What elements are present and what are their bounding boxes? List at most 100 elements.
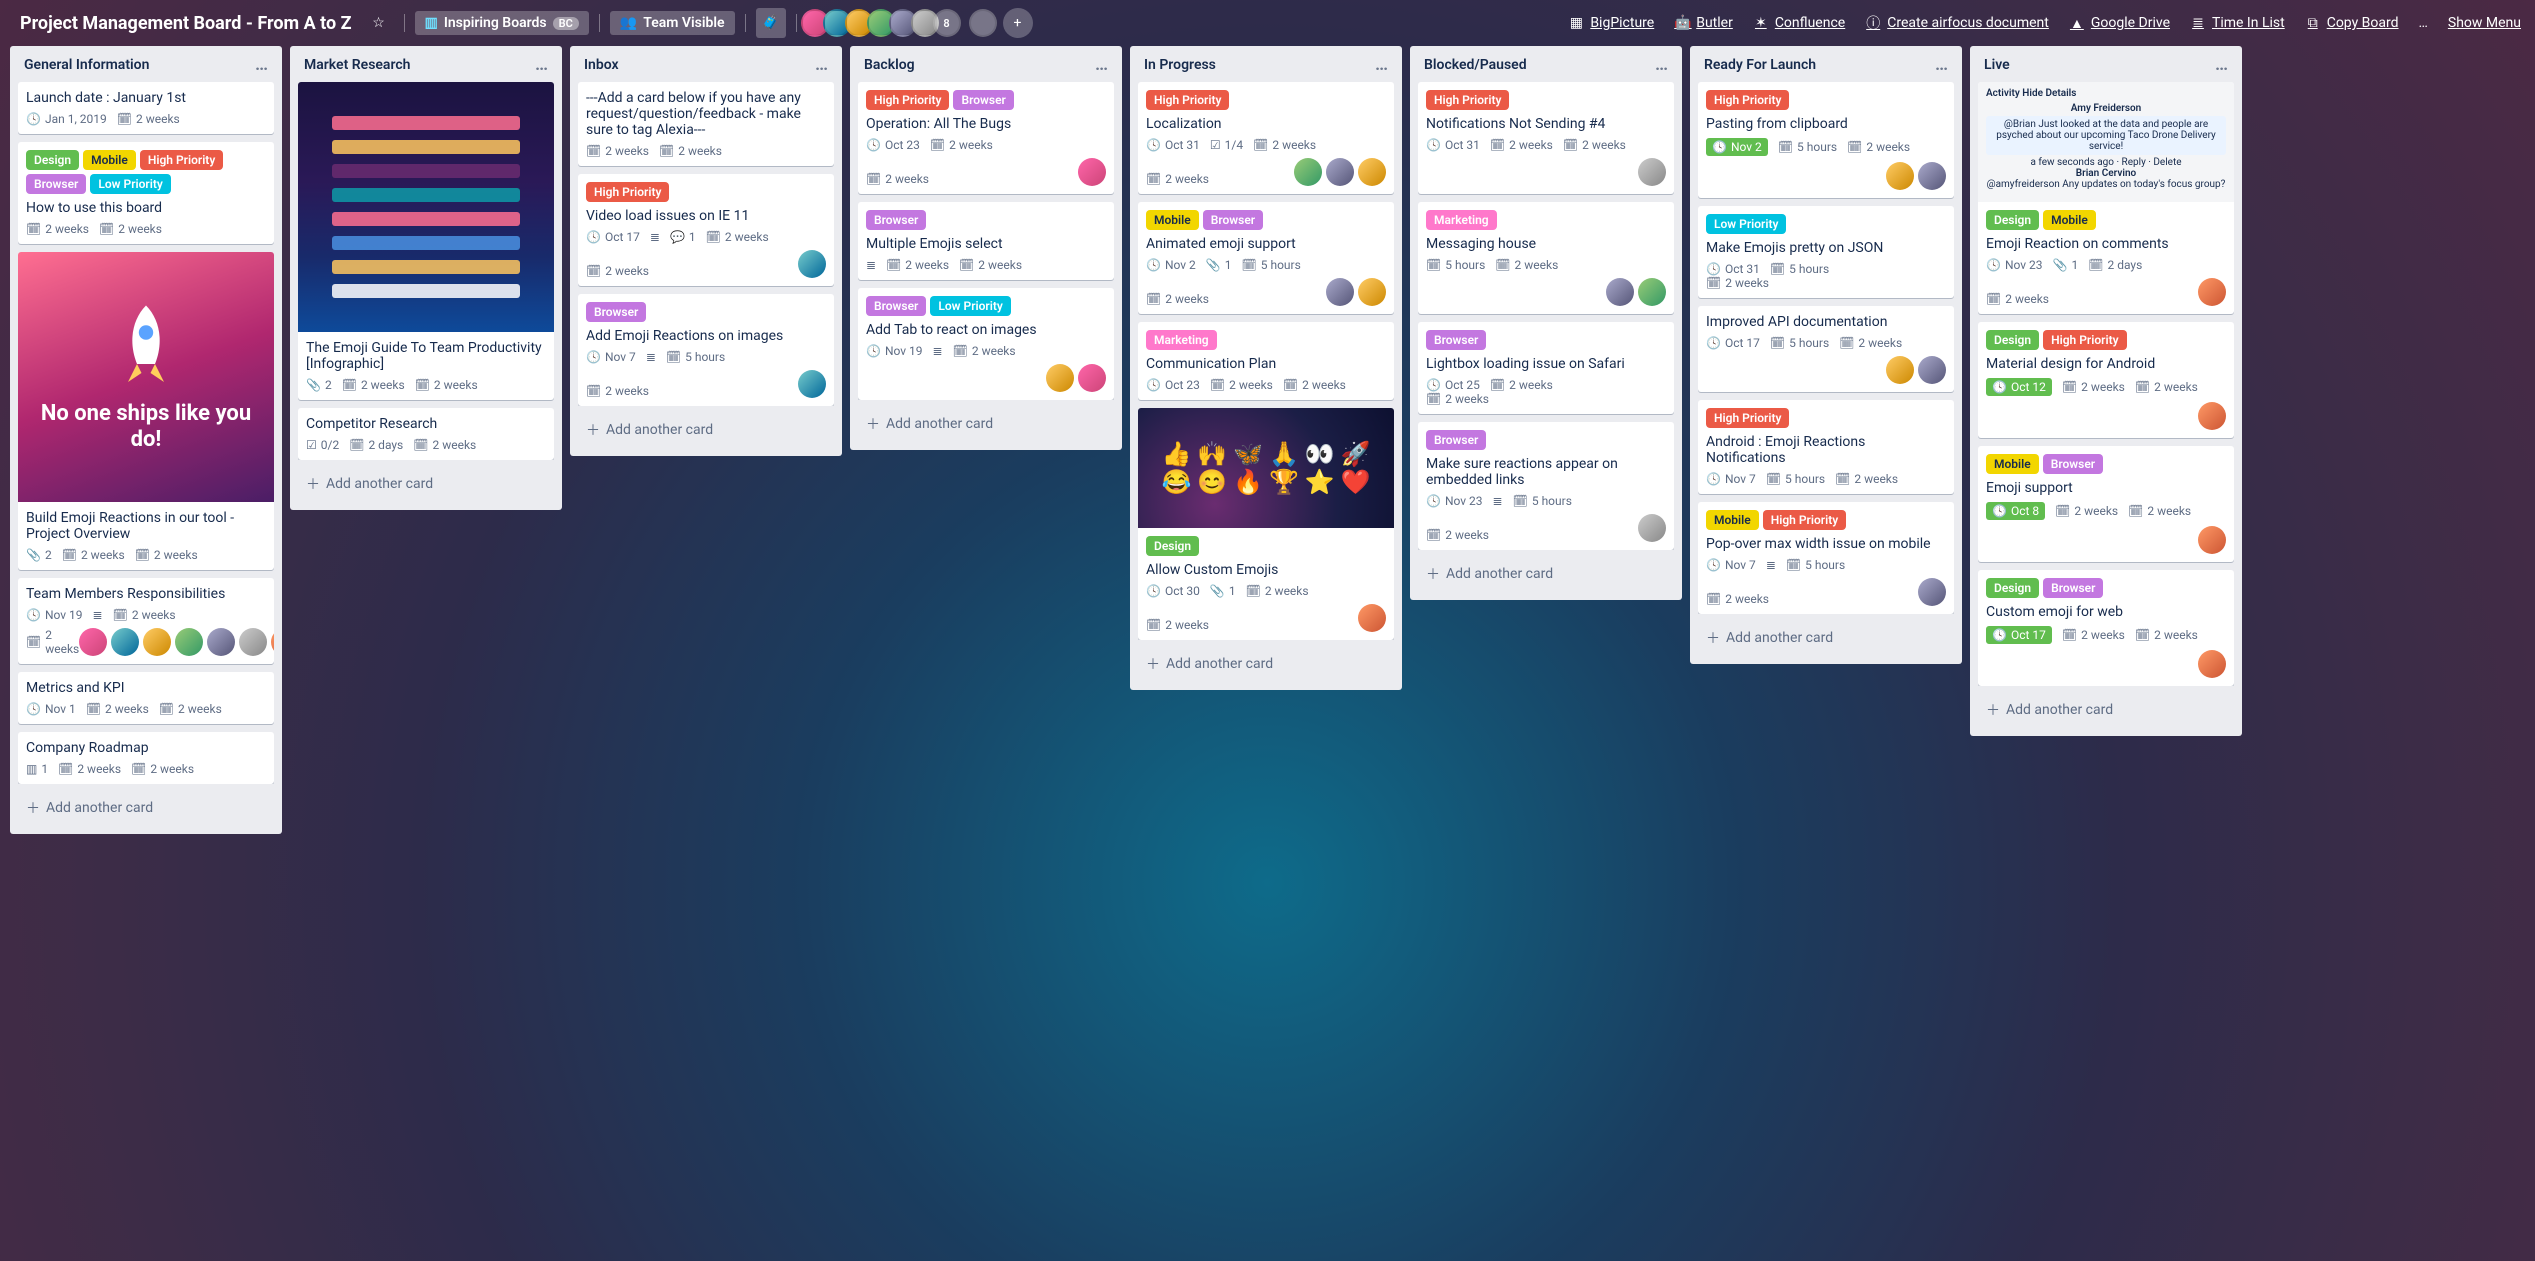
card[interactable]: BrowserMultiple Emojis select≣🗓2 weeks🗓2… (858, 202, 1114, 280)
card[interactable]: MobileHigh PriorityPop-over max width is… (1698, 502, 1954, 614)
avatar[interactable] (1326, 158, 1354, 186)
card[interactable]: BrowserLow PriorityAdd Tab to react on i… (858, 288, 1114, 400)
avatar[interactable] (798, 250, 826, 278)
card[interactable]: Improved API documentation🕓Oct 17🗓5 hour… (1698, 306, 1954, 392)
more-menu-button[interactable]: … (2419, 15, 2428, 31)
powerup-confluence[interactable]: ✶Confluence (1753, 15, 1845, 31)
card[interactable]: Company Roadmap▥1🗓2 weeks🗓2 weeks (18, 732, 274, 784)
card[interactable]: The Emoji Guide To Team Productivity [In… (298, 82, 554, 400)
avatar[interactable] (1078, 158, 1106, 186)
card[interactable]: MarketingCommunication Plan🕓Oct 23🗓2 wee… (1138, 322, 1394, 400)
avatar[interactable] (1078, 364, 1106, 392)
card[interactable]: High PriorityPasting from clipboard🕓Nov … (1698, 82, 1954, 198)
card[interactable]: BrowserAdd Emoji Reactions on images🕓Nov… (578, 294, 834, 406)
card[interactable]: No one ships like you do!Build Emoji Rea… (18, 252, 274, 570)
card[interactable]: DesignBrowserCustom emoji for web🕓Oct 17… (1978, 570, 2234, 686)
list-name[interactable]: Live (1984, 57, 2010, 73)
powerup-google-drive[interactable]: ▲Google Drive (2069, 15, 2170, 32)
card[interactable]: Competitor Research☑0/2🗓2 days🗓2 weeks (298, 408, 554, 460)
avatar[interactable] (1046, 364, 1074, 392)
add-card-button[interactable]: ＋Add another card (18, 792, 274, 824)
list-name[interactable]: Backlog (864, 57, 915, 73)
list-menu-button[interactable]: … (815, 56, 828, 74)
list-menu-button[interactable]: … (1375, 56, 1388, 74)
powerup-copy-board[interactable]: ⧉Copy Board (2305, 15, 2399, 31)
add-card-button[interactable]: ＋Add another card (1418, 558, 1674, 590)
list-menu-button[interactable]: … (1935, 56, 1948, 74)
avatar[interactable] (175, 628, 203, 656)
add-card-button[interactable]: ＋Add another card (858, 408, 1114, 440)
avatar[interactable] (1638, 514, 1666, 542)
card[interactable]: DesignHigh PriorityMaterial design for A… (1978, 322, 2234, 438)
avatar[interactable] (798, 370, 826, 398)
avatar[interactable] (969, 9, 997, 37)
avatar[interactable] (111, 628, 139, 656)
list-menu-button[interactable]: … (255, 56, 268, 74)
card[interactable]: Activity Hide DetailsAmy Freiderson@Bria… (1978, 82, 2234, 314)
avatar[interactable] (1358, 604, 1386, 632)
card[interactable]: DesignMobileHigh PriorityBrowserLow Prio… (18, 142, 274, 244)
card[interactable]: Metrics and KPI🕓Nov 1🗓2 weeks🗓2 weeks (18, 672, 274, 724)
card[interactable]: High PriorityNotifications Not Sending #… (1418, 82, 1674, 194)
avatar[interactable] (239, 628, 267, 656)
list-name[interactable]: Market Research (304, 57, 410, 73)
board-members[interactable]: 8 (807, 9, 997, 37)
card[interactable]: High PriorityBrowserOperation: All The B… (858, 82, 1114, 194)
powerup-create-airfocus-document[interactable]: ⓘCreate airfocus document (1865, 13, 2049, 33)
avatar[interactable] (1918, 356, 1946, 384)
list-menu-button[interactable]: … (1095, 56, 1108, 74)
avatar[interactable] (271, 628, 274, 656)
card[interactable]: BrowserLightbox loading issue on Safari🕓… (1418, 322, 1674, 414)
team-chip[interactable]: ▥ Inspiring Boards BC (415, 11, 589, 35)
add-card-button[interactable]: ＋Add another card (1138, 648, 1394, 680)
avatar[interactable] (79, 628, 107, 656)
powerup-bigpicture[interactable]: ▦BigPicture (1568, 15, 1654, 31)
add-card-button[interactable]: ＋Add another card (1978, 694, 2234, 726)
list-name[interactable]: Blocked/Paused (1424, 57, 1527, 73)
avatar[interactable] (1326, 278, 1354, 306)
card[interactable]: High PriorityAndroid : Emoji Reactions N… (1698, 400, 1954, 494)
avatar[interactable] (1638, 278, 1666, 306)
powerup-time-in-list[interactable]: ≣Time In List (2190, 15, 2285, 31)
list-name[interactable]: Ready For Launch (1704, 57, 1816, 73)
card[interactable]: 👍 🙌 🦋 🙏 👀 🚀😂 😊 🔥 🏆 ⭐ ❤️DesignAllow Custo… (1138, 408, 1394, 640)
invite-button[interactable]: + (1003, 8, 1033, 38)
powerup-butler[interactable]: 🤖Butler (1674, 15, 1733, 31)
show-menu-button[interactable]: Show Menu (2448, 15, 2521, 31)
list-menu-button[interactable]: … (2215, 56, 2228, 74)
avatar[interactable] (1886, 162, 1914, 190)
avatar[interactable] (143, 628, 171, 656)
list-menu-button[interactable]: … (1655, 56, 1668, 74)
avatar[interactable] (1358, 278, 1386, 306)
avatar[interactable] (1918, 578, 1946, 606)
avatar[interactable] (1358, 158, 1386, 186)
avatar[interactable] (207, 628, 235, 656)
list-menu-button[interactable]: … (535, 56, 548, 74)
visibility-chip[interactable]: 👥 Team Visible (610, 11, 735, 35)
card[interactable]: BrowserMake sure reactions appear on emb… (1418, 422, 1674, 550)
avatar[interactable] (1918, 162, 1946, 190)
card[interactable]: MobileBrowserEmoji support🕓Oct 8🗓2 weeks… (1978, 446, 2234, 562)
add-card-button[interactable]: ＋Add another card (298, 468, 554, 500)
list-name[interactable]: General Information (24, 57, 149, 73)
star-button[interactable]: ☆ (364, 8, 394, 38)
list-name[interactable]: In Progress (1144, 57, 1216, 73)
add-card-button[interactable]: ＋Add another card (1698, 622, 1954, 654)
avatar[interactable] (1638, 158, 1666, 186)
card[interactable]: MarketingMessaging house🗓5 hours🗓2 weeks (1418, 202, 1674, 314)
briefcase-button[interactable]: 🧳 (756, 8, 786, 38)
avatar[interactable] (2198, 278, 2226, 306)
avatar[interactable] (1886, 356, 1914, 384)
avatar[interactable] (1606, 278, 1634, 306)
avatar-more[interactable]: 8 (933, 9, 961, 37)
avatar[interactable] (2198, 402, 2226, 430)
card[interactable]: Team Members Responsibilities🕓Nov 19≣🗓2 … (18, 578, 274, 664)
card[interactable]: MobileBrowserAnimated emoji support🕓Nov … (1138, 202, 1394, 314)
add-card-button[interactable]: ＋Add another card (578, 414, 834, 446)
avatar[interactable] (1294, 158, 1322, 186)
card[interactable]: Low PriorityMake Emojis pretty on JSON🕓O… (1698, 206, 1954, 298)
board-title[interactable]: Project Management Board - From A to Z (14, 9, 358, 38)
card[interactable]: High PriorityVideo load issues on IE 11🕓… (578, 174, 834, 286)
avatar[interactable] (2198, 650, 2226, 678)
list-name[interactable]: Inbox (584, 57, 619, 73)
